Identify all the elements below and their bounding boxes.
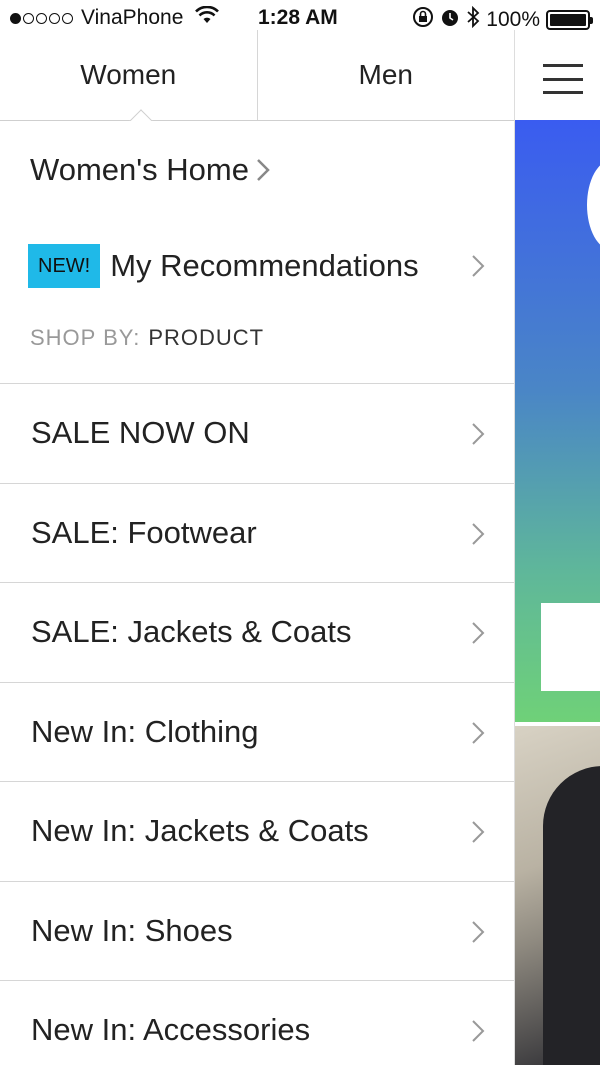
list-item-label: SALE NOW ON xyxy=(31,415,250,451)
chevron-right-icon xyxy=(470,620,486,646)
list-item-label: New In: Jackets & Coats xyxy=(31,813,369,849)
category-list: SALE NOW ON SALE: Footwear SALE: Jackets… xyxy=(0,384,514,1065)
my-recommendations-label: My Recommendations xyxy=(110,248,419,283)
gender-tabs: Women Men xyxy=(0,30,514,121)
shop-by-prefix: SHOP BY: xyxy=(30,325,141,350)
list-item-label: SALE: Jackets & Coats xyxy=(31,614,352,650)
list-item-label: New In: Clothing xyxy=(31,713,259,749)
list-item[interactable]: New In: Clothing xyxy=(0,683,514,782)
battery-icon xyxy=(546,10,593,30)
tab-men[interactable]: Men xyxy=(258,30,515,120)
shop-by-value: PRODUCT xyxy=(148,325,265,350)
signal-dot xyxy=(10,12,21,24)
list-item[interactable]: New In: Accessories xyxy=(0,981,514,1065)
status-left: VinaPhone xyxy=(10,5,220,30)
banner-cta-button[interactable] xyxy=(541,603,600,691)
signal-strength-icon xyxy=(10,12,73,24)
hamburger-menu-icon[interactable] xyxy=(543,64,583,94)
list-item[interactable]: SALE: Footwear xyxy=(0,484,514,583)
womens-home-label: Women's Home xyxy=(30,152,249,187)
signal-dot xyxy=(49,12,60,24)
list-item-label: New In: Accessories xyxy=(31,1012,311,1048)
chevron-right-icon xyxy=(470,720,486,746)
product-photo[interactable] xyxy=(515,726,600,1065)
list-item[interactable]: New In: Shoes xyxy=(0,882,514,981)
chevron-right-icon xyxy=(470,1018,486,1044)
signal-dot xyxy=(62,12,73,24)
wifi-icon xyxy=(195,5,220,30)
my-recommendations-link[interactable]: NEW! My Recommendations xyxy=(0,219,514,313)
signal-dot xyxy=(23,12,34,24)
signal-dot xyxy=(36,12,47,24)
carrier-name: VinaPhone xyxy=(81,6,184,29)
promo-banner[interactable] xyxy=(515,120,600,722)
status-time: 1:28 AM xyxy=(258,6,338,29)
battery-percent: 100% xyxy=(486,8,540,31)
active-tab-indicator xyxy=(128,108,154,121)
chevron-right-icon xyxy=(470,919,486,945)
tab-women[interactable]: Women xyxy=(0,30,258,120)
chevron-right-icon xyxy=(470,253,486,279)
womens-home-link[interactable]: Women's Home xyxy=(0,121,514,219)
list-item[interactable]: SALE: Jackets & Coats xyxy=(0,583,514,683)
banner-graphic xyxy=(587,160,600,250)
list-item[interactable]: New In: Jackets & Coats xyxy=(0,782,514,882)
navigation-drawer: Women Men Women's Home NEW! My Recommend… xyxy=(0,30,515,1065)
model-coat-graphic xyxy=(543,766,600,1065)
shop-by-header: SHOP BY: PRODUCT xyxy=(0,313,514,384)
list-item-label: New In: Shoes xyxy=(31,912,233,948)
new-badge: NEW! xyxy=(28,244,101,288)
list-item[interactable]: SALE NOW ON xyxy=(0,384,514,484)
chevron-right-icon xyxy=(470,521,486,547)
chevron-right-icon xyxy=(255,157,271,183)
chevron-right-icon xyxy=(470,421,486,447)
list-item-label: SALE: Footwear xyxy=(31,514,257,550)
chevron-right-icon xyxy=(470,819,486,845)
